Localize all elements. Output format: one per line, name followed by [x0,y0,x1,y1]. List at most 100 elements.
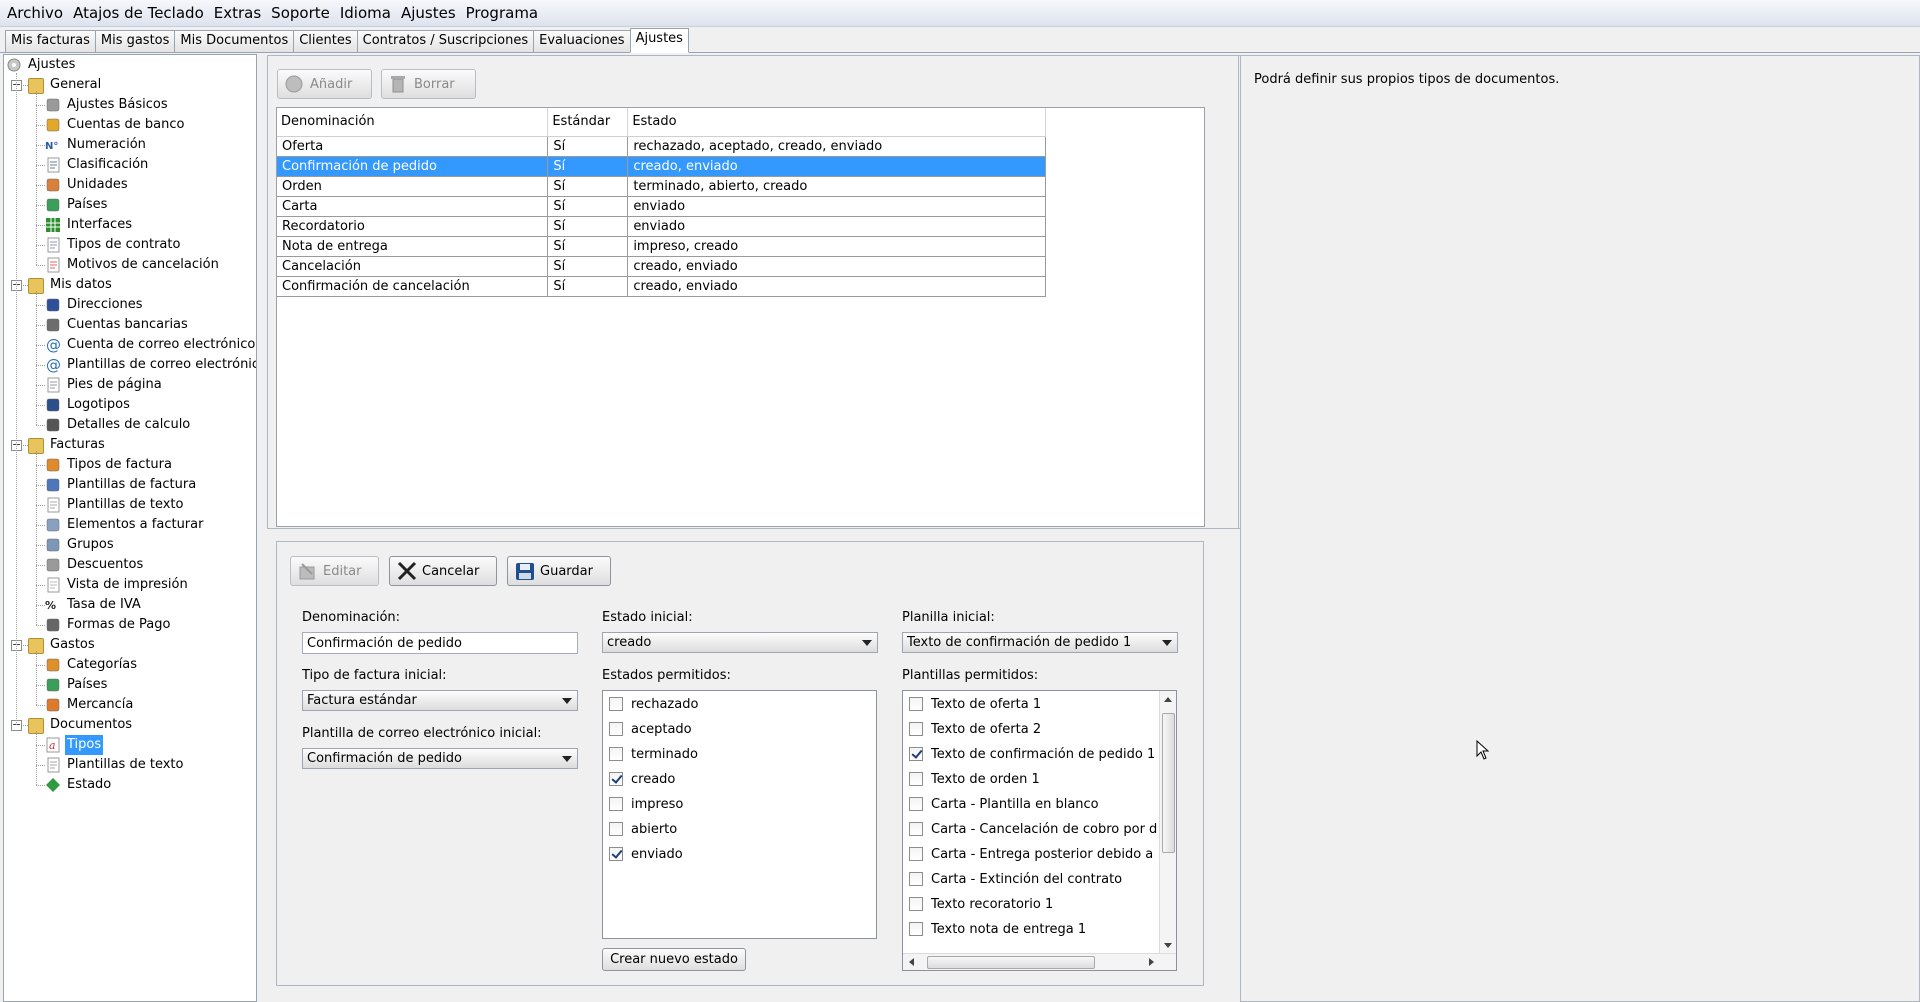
tree-item-1-0[interactable]: Direcciones [45,295,145,315]
tab-0[interactable]: Mis facturas [5,30,96,52]
tree-item-2-6[interactable]: Vista de impresión [45,575,190,595]
tab-3[interactable]: Clientes [293,30,358,52]
invoice-type-select[interactable]: Factura estándar [302,690,578,711]
tree-item-2-4[interactable]: Grupos [45,535,116,555]
state-option[interactable]: enviado [609,844,683,864]
state-option[interactable]: terminado [609,744,698,764]
save-button[interactable]: Guardar [507,556,611,586]
tree-item-3-0[interactable]: Categorías [45,655,139,675]
tree-item-0-7[interactable]: Tipos de contrato [45,235,182,255]
state-option[interactable]: aceptado [609,719,692,739]
checkbox[interactable] [609,847,623,861]
tree-item-1-2[interactable]: @ Cuenta de correo electrónico [45,335,256,355]
scroll-right-arrow-icon[interactable] [1149,958,1154,966]
state-option[interactable]: creado [609,769,675,789]
tree-item-2-5[interactable]: Descuentos [45,555,145,575]
menu-2[interactable]: Extras [209,0,266,27]
checkbox[interactable] [909,822,923,836]
menu-6[interactable]: Programa [461,0,543,27]
templates-vertical-scrollbar[interactable] [1159,691,1176,954]
tree-group-0[interactable]: General [28,75,103,95]
tree-item-0-0[interactable]: Ajustes Básicos [45,95,170,115]
template-option[interactable]: Texto de confirmación de pedido 1 [909,744,1157,764]
checkbox[interactable] [609,822,623,836]
template-option[interactable]: Texto de oferta 1 [909,694,1157,714]
state-option[interactable]: rechazado [609,694,698,714]
tree-item-1-1[interactable]: Cuentas bancarias [45,315,190,335]
checkbox[interactable] [909,747,923,761]
state-option[interactable]: abierto [609,819,677,839]
template-option[interactable]: Texto de orden 1 [909,769,1157,789]
checkbox[interactable] [609,772,623,786]
checkbox[interactable] [909,897,923,911]
menu-4[interactable]: Idioma [335,0,396,27]
tree-item-3-2[interactable]: Mercancía [45,695,135,715]
template-option[interactable]: Texto de oferta 2 [909,719,1157,739]
tree-item-1-6[interactable]: Detalles de calculo [45,415,192,435]
checkbox[interactable] [609,697,623,711]
tree-item-2-2[interactable]: Plantillas de texto [45,495,185,515]
template-option[interactable]: Texto recoratorio 1 [909,894,1157,914]
cancel-button[interactable]: Cancelar [389,556,497,586]
tree-item-0-8[interactable]: Motivos de cancelación [45,255,221,275]
tab-2[interactable]: Mis Documentos [174,30,295,52]
menu-0[interactable]: Archivo [2,0,68,27]
tree-group-3[interactable]: Gastos [28,635,97,655]
checkbox[interactable] [909,697,923,711]
tree-item-4-0[interactable]: a Tipos [45,735,104,755]
tree-item-2-8[interactable]: Formas de Pago [45,615,172,635]
checkbox[interactable] [909,922,923,936]
new-state-button[interactable]: Crear nuevo estado [602,948,746,971]
menu-5[interactable]: Ajustes [396,0,461,27]
tree-item-4-2[interactable]: Estado [45,775,113,795]
tab-6[interactable]: Ajustes [629,28,689,53]
tab-5[interactable]: Evaluaciones [533,30,631,52]
tree-item-0-1[interactable]: Cuentas de banco [45,115,186,135]
template-option[interactable]: Carta - Cancelación de cobro por débito [909,819,1157,839]
checkbox[interactable] [909,722,923,736]
checkbox[interactable] [909,872,923,886]
tree-item-0-3[interactable]: Clasificación [45,155,150,175]
horizontal-scroll-thumb[interactable] [927,956,1095,969]
edit-button[interactable]: Editar [290,556,379,586]
tree-group-1[interactable]: Mis datos [28,275,114,295]
tree-item-1-4[interactable]: Pies de página [45,375,164,395]
tree-item-0-4[interactable]: Unidades [45,175,130,195]
scroll-down-arrow-icon[interactable] [1164,943,1172,948]
checkbox[interactable] [909,797,923,811]
menu-3[interactable]: Soporte [266,0,335,27]
checkbox[interactable] [609,747,623,761]
scroll-up-arrow-icon[interactable] [1164,697,1172,702]
tree-item-1-5[interactable]: Logotipos [45,395,132,415]
template-option[interactable]: Carta - Plantilla en blanco [909,794,1157,814]
tab-1[interactable]: Mis gastos [94,30,176,52]
template-option[interactable]: Carta - Entrega posterior debido a falla [909,844,1157,864]
tree-root[interactable]: Ajustes [6,55,77,75]
initial-state-select[interactable]: creado [602,632,878,653]
tree-item-2-1[interactable]: Plantillas de factura [45,475,198,495]
vertical-scroll-thumb[interactable] [1162,713,1175,853]
initial-template-select[interactable]: Texto de confirmación de pedido 1 [902,632,1178,653]
scroll-left-arrow-icon[interactable] [909,958,914,966]
tree-item-0-5[interactable]: Países [45,195,109,215]
name-field[interactable]: Confirmación de pedido [302,632,578,654]
tree-group-4[interactable]: Documentos [28,715,134,735]
tree-item-2-3[interactable]: Elementos a facturar [45,515,205,535]
email-template-select[interactable]: Confirmación de pedido [302,748,578,769]
tree-item-1-3[interactable]: @ Plantillas de correo electrónico [45,355,256,375]
tree-item-0-2[interactable]: N° Numeración [45,135,148,155]
checkbox[interactable] [909,772,923,786]
tree-item-2-0[interactable]: Tipos de factura [45,455,174,475]
tree-item-2-7[interactable]: % Tasa de IVA [45,595,143,615]
checkbox[interactable] [909,847,923,861]
state-option[interactable]: impreso [609,794,683,814]
template-option[interactable]: Carta - Extinción del contrato [909,869,1157,889]
tab-4[interactable]: Contratos / Suscripciones [356,30,535,52]
tree-item-0-6[interactable]: Interfaces [45,215,134,235]
templates-horizontal-scrollbar[interactable] [903,953,1176,970]
menu-1[interactable]: Atajos de Teclado [68,0,209,27]
template-option[interactable]: Texto nota de entrega 1 [909,919,1157,939]
checkbox[interactable] [609,722,623,736]
tree-item-4-1[interactable]: Plantillas de texto [45,755,185,775]
checkbox[interactable] [609,797,623,811]
